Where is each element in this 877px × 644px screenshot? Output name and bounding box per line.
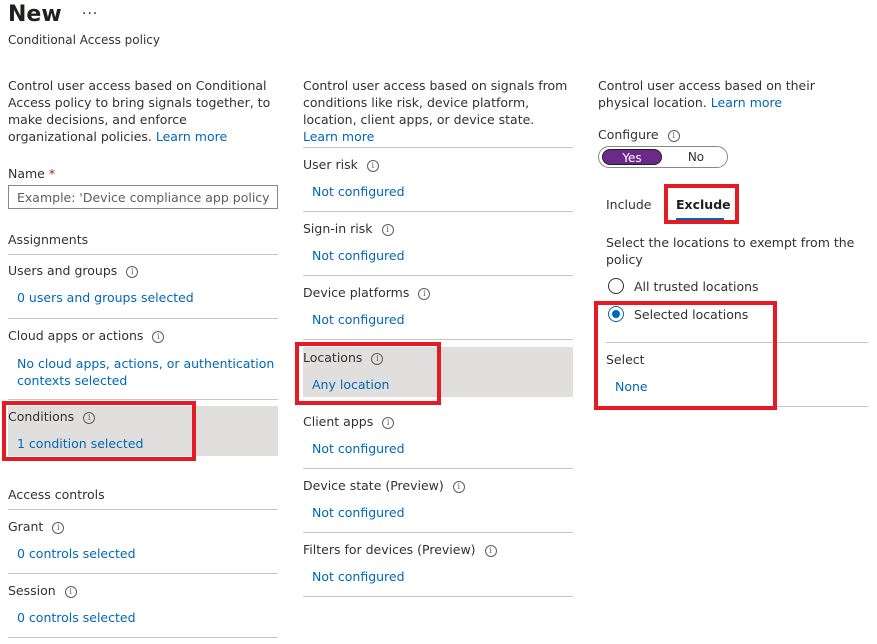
divider: [303, 532, 573, 533]
info-icon: i: [64, 586, 77, 598]
right-intro-text: Control user access based on their physi…: [598, 78, 815, 110]
divider: [8, 399, 278, 400]
grant-value-link[interactable]: 0 controls selected: [17, 546, 136, 561]
configure-label: Configure i: [598, 127, 680, 142]
grant-label-text: Grant: [8, 519, 44, 534]
info-icon: i: [152, 331, 165, 343]
more-ellipsis-icon[interactable]: ···: [82, 6, 98, 22]
device-state-value-link[interactable]: Not configured: [312, 505, 405, 520]
user-risk-label: User risk i: [303, 157, 379, 172]
user-risk-label-text: User risk: [303, 157, 358, 172]
session-value-link[interactable]: 0 controls selected: [17, 610, 136, 625]
users-groups-label-text: Users and groups: [8, 263, 118, 278]
info-icon: i: [381, 224, 394, 236]
page-title: New: [8, 2, 62, 27]
session-label: Session i: [8, 583, 77, 598]
access-controls-heading: Access controls: [8, 487, 105, 502]
required-asterisk: *: [48, 166, 56, 181]
cloud-apps-label: Cloud apps or actions i: [8, 328, 165, 343]
name-label-text: Name: [8, 166, 45, 181]
middle-learn-more-link[interactable]: Learn more: [303, 129, 374, 144]
session-label-text: Session: [8, 583, 56, 598]
divider: [303, 211, 573, 212]
middle-intro-text: Control user access based on signals fro…: [303, 78, 568, 127]
divider: [303, 339, 573, 340]
right-learn-more-link[interactable]: Learn more: [711, 95, 782, 110]
name-input[interactable]: [8, 185, 278, 209]
annotation-box-selected-locations: [594, 301, 777, 410]
tab-include[interactable]: Include: [606, 197, 652, 212]
grant-label: Grant i: [8, 519, 65, 534]
info-icon: i: [366, 160, 379, 172]
info-icon: i: [418, 288, 431, 300]
assignments-heading: Assignments: [8, 232, 89, 247]
toggle-yes-option[interactable]: Yes: [602, 149, 662, 165]
info-icon: i: [52, 522, 65, 534]
users-groups-value-link[interactable]: 0 users and groups selected: [17, 290, 194, 305]
configure-label-text: Configure: [598, 127, 659, 142]
divider: [8, 637, 278, 638]
divider: [8, 573, 278, 574]
info-icon: i: [126, 266, 139, 278]
client-apps-label: Client apps i: [303, 414, 395, 429]
radio-all-trusted[interactable]: [608, 278, 624, 294]
sign-in-risk-label: Sign-in risk i: [303, 221, 394, 236]
radio-all-trusted-label[interactable]: All trusted locations: [634, 279, 759, 294]
annotation-box-exclude: [664, 184, 739, 224]
left-learn-more-link[interactable]: Learn more: [156, 129, 227, 144]
right-intro: Control user access based on their physi…: [598, 77, 866, 111]
user-risk-value-link[interactable]: Not configured: [312, 184, 405, 199]
annotation-box-conditions: [2, 401, 196, 461]
cloud-apps-value-link[interactable]: No cloud apps, actions, or authenticatio…: [17, 355, 275, 389]
divider: [8, 254, 278, 255]
filters-devices-label-text: Filters for devices (Preview): [303, 542, 476, 557]
info-icon: i: [484, 545, 497, 557]
left-intro: Control user access based on Conditional…: [8, 77, 276, 145]
cloud-apps-label-text: Cloud apps or actions: [8, 328, 144, 343]
device-state-label-text: Device state (Preview): [303, 478, 444, 493]
configure-toggle[interactable]: Yes No: [598, 146, 728, 168]
device-platforms-label-text: Device platforms: [303, 285, 410, 300]
left-intro-text: Control user access based on Conditional…: [8, 78, 271, 144]
filters-devices-label: Filters for devices (Preview) i: [303, 542, 497, 557]
page-subtitle: Conditional Access policy: [8, 33, 160, 47]
middle-intro: Control user access based on signals fro…: [303, 77, 571, 145]
name-label: Name *: [8, 166, 55, 181]
users-groups-label: Users and groups i: [8, 263, 139, 278]
info-icon: i: [452, 481, 465, 493]
sign-in-risk-value-link[interactable]: Not configured: [312, 248, 405, 263]
device-platforms-value-link[interactable]: Not configured: [312, 312, 405, 327]
divider: [303, 275, 573, 276]
divider: [8, 509, 278, 510]
divider: [8, 318, 278, 319]
divider: [303, 147, 573, 148]
device-platforms-label: Device platforms i: [303, 285, 431, 300]
toggle-no-option[interactable]: No: [671, 149, 721, 165]
info-icon: i: [667, 130, 680, 142]
device-state-label: Device state (Preview) i: [303, 478, 465, 493]
client-apps-value-link[interactable]: Not configured: [312, 441, 405, 456]
divider: [303, 596, 573, 597]
divider: [303, 468, 573, 469]
annotation-box-locations: [295, 342, 441, 405]
sign-in-risk-label-text: Sign-in risk: [303, 221, 373, 236]
client-apps-label-text: Client apps: [303, 414, 374, 429]
exclude-description: Select the locations to exempt from the …: [606, 235, 855, 267]
filters-devices-value-link[interactable]: Not configured: [312, 569, 405, 584]
info-icon: i: [382, 417, 395, 429]
